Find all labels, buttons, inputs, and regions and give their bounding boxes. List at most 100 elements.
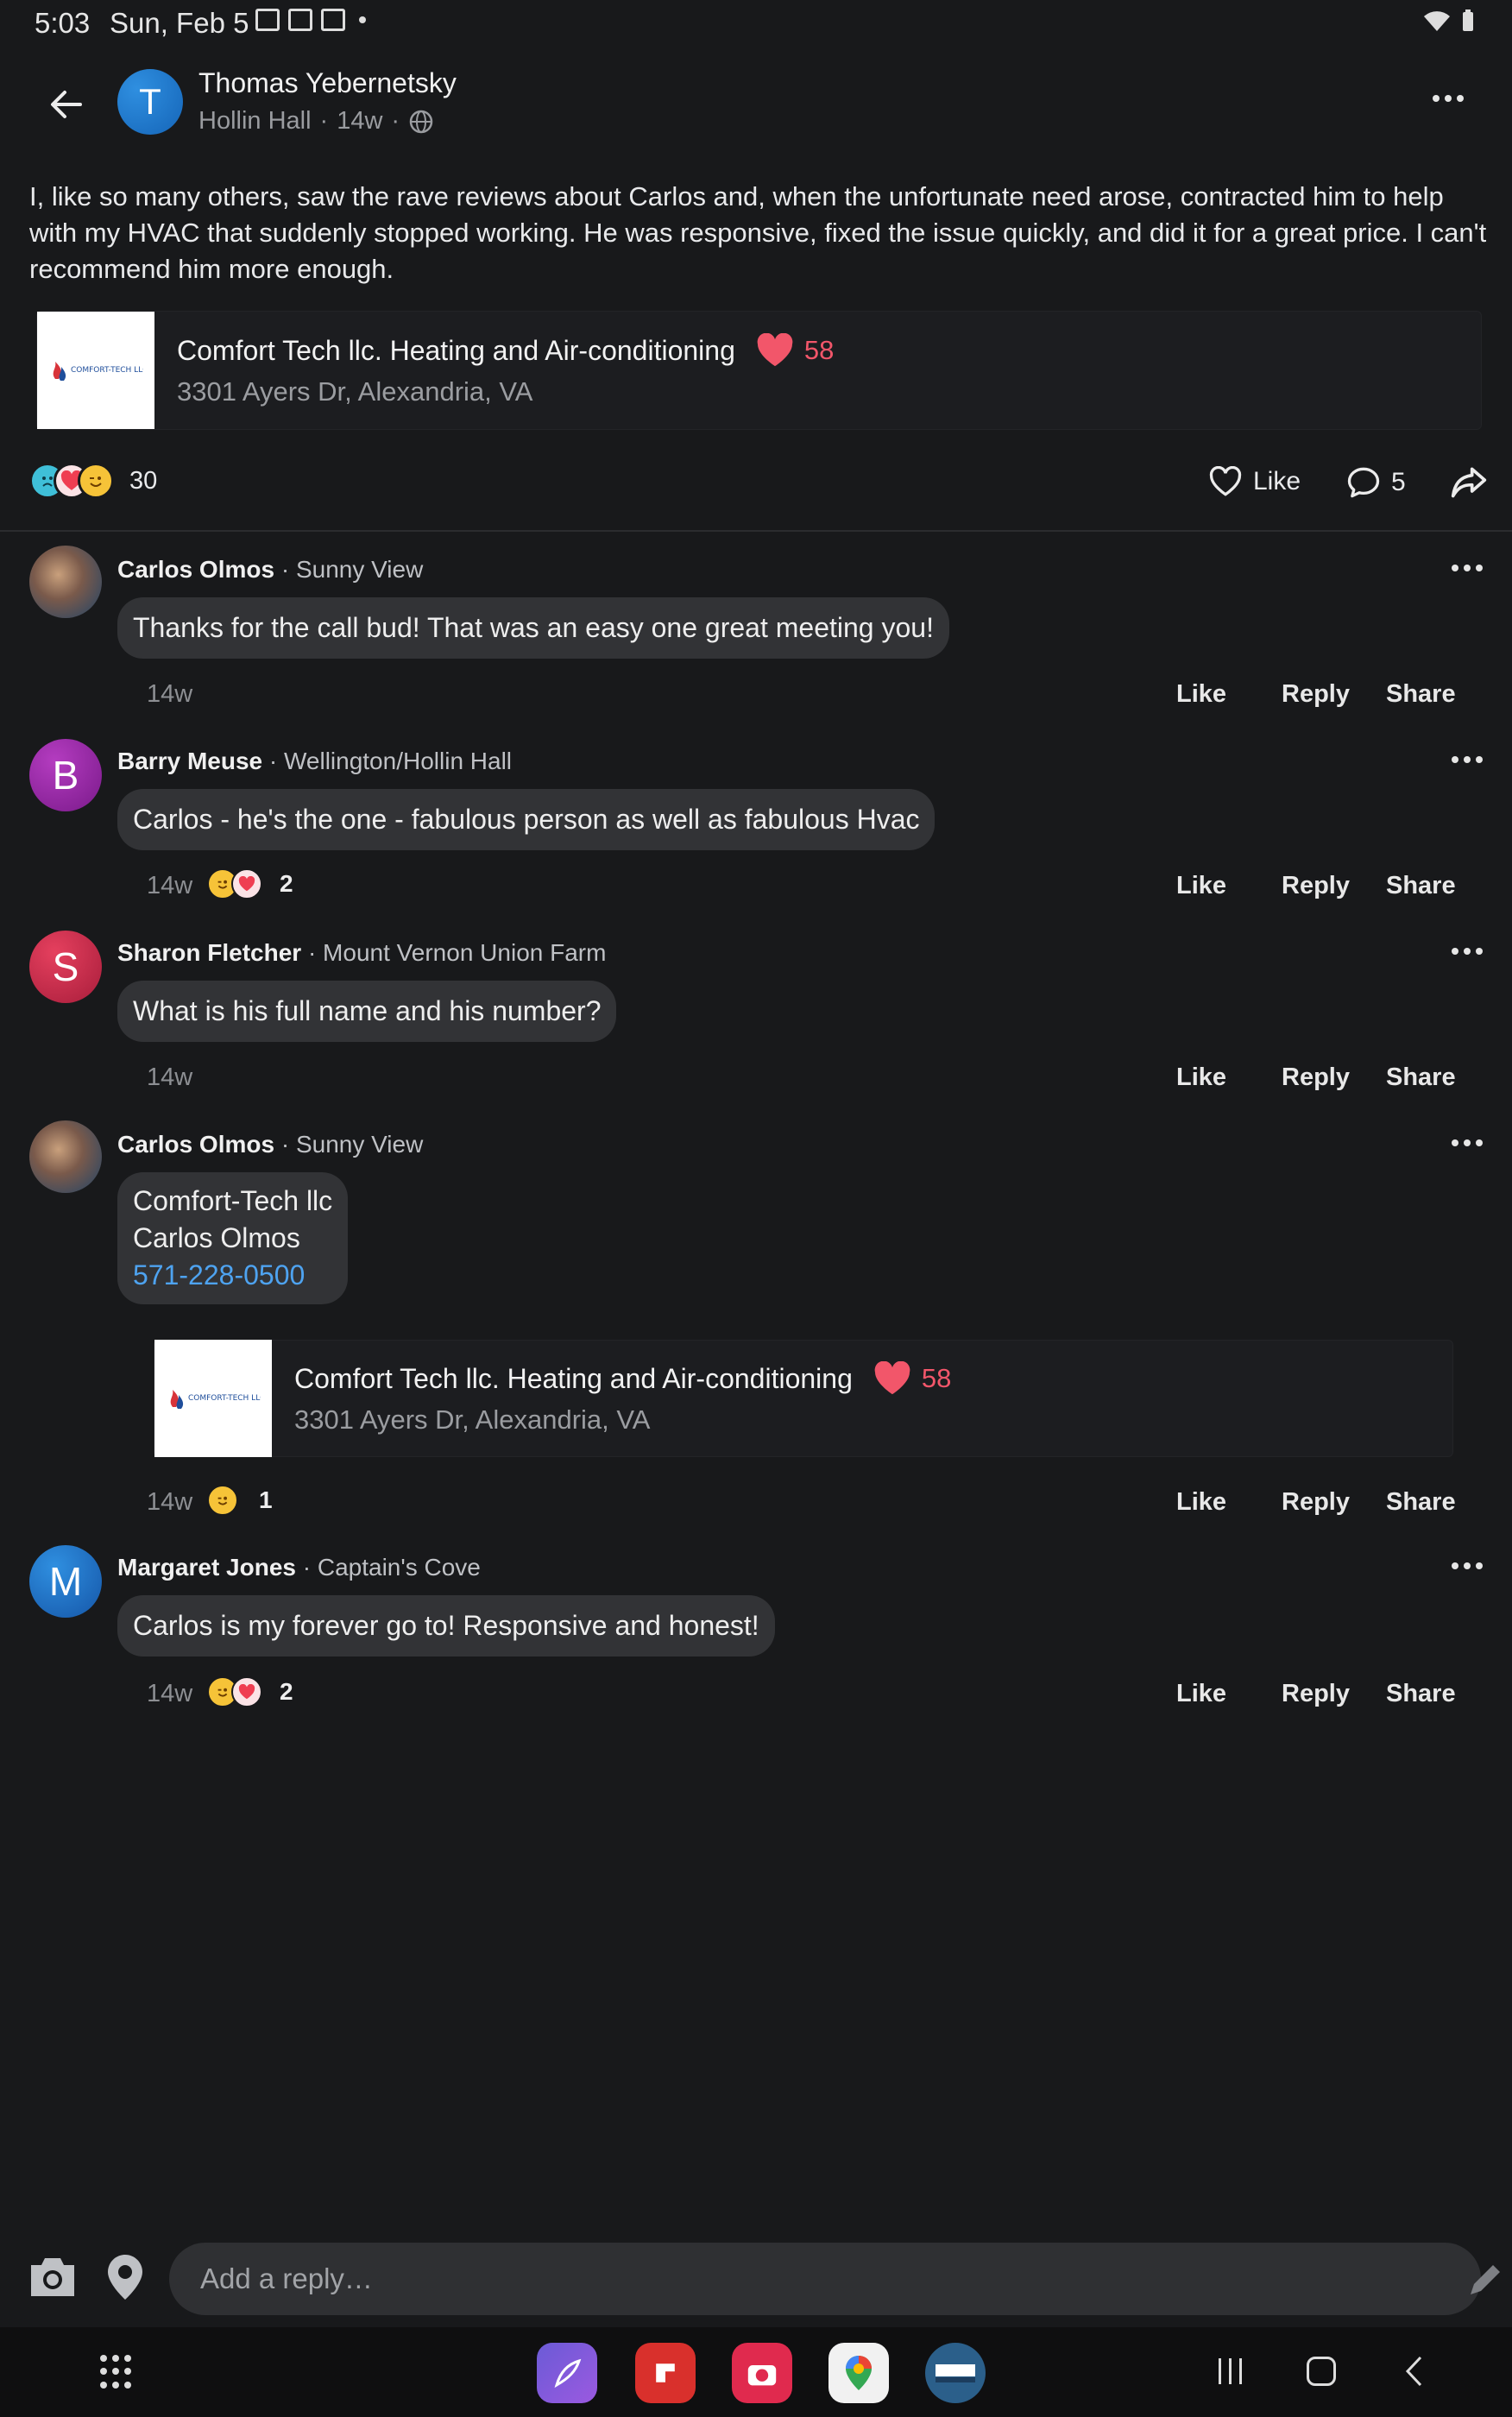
like-label: Like	[1253, 467, 1301, 495]
globe-icon	[409, 110, 433, 133]
comment-share-button[interactable]: Share	[1386, 1488, 1456, 1517]
business-card[interactable]: COMFORT-TECH LLC Comfort Tech llc. Heati…	[36, 311, 1482, 430]
comment-like-button[interactable]: Like	[1176, 1680, 1226, 1708]
author-name[interactable]: Thomas Yebernetsky	[198, 67, 457, 99]
comment-more-button[interactable]	[1452, 1562, 1483, 1569]
comment-reactions[interactable]: 2	[207, 1676, 293, 1707]
app-flipboard-icon[interactable]	[635, 2343, 696, 2403]
comment-share-button[interactable]: Share	[1386, 680, 1456, 709]
heart-emoji-icon	[231, 1676, 262, 1707]
app-camera-icon[interactable]	[732, 2343, 792, 2403]
business-like-count: 58	[803, 335, 835, 365]
comment-header: Barry Meuse · Wellington/Hollin Hall	[117, 748, 512, 775]
heart-icon[interactable]	[873, 1361, 911, 1396]
comment-avatar-carlos[interactable]	[29, 546, 102, 618]
comment-share-button[interactable]: Share	[1386, 1063, 1456, 1092]
post-age: 14w	[337, 107, 383, 135]
news-notification-icon	[288, 9, 312, 31]
comment-author[interactable]: Carlos Olmos	[117, 556, 274, 583]
comment-more-button[interactable]	[1452, 756, 1483, 763]
app-feather-icon[interactable]	[537, 2343, 597, 2403]
comment-avatar-sharon[interactable]: S	[29, 931, 102, 1003]
back-button[interactable]	[45, 83, 88, 126]
contact-name: Carlos Olmos	[133, 1222, 300, 1253]
status-time: 5:03	[35, 7, 91, 39]
reply-input[interactable]	[169, 2243, 1481, 2315]
more-notifications-dot-icon	[359, 16, 366, 23]
author-neighborhood[interactable]: Hollin Hall	[198, 107, 312, 136]
pen-tool-button[interactable]	[1465, 2262, 1503, 2304]
comment-more-button[interactable]	[1452, 1139, 1483, 1146]
comment-like-button[interactable]: Like	[1176, 1063, 1226, 1092]
business-logo: COMFORT-TECH LLC	[154, 1340, 272, 1457]
camera-icon	[31, 2258, 74, 2296]
comment-author[interactable]: Barry Meuse	[117, 748, 262, 774]
camera-button[interactable]	[26, 2253, 79, 2306]
comment-like-button[interactable]: Like	[1176, 680, 1226, 709]
comment-avatar-margaret[interactable]: M	[29, 1545, 102, 1618]
post-comment-button[interactable]: 5	[1346, 466, 1406, 499]
location-button[interactable]	[105, 2253, 145, 2306]
business-logo: COMFORT-TECH LLC	[37, 312, 154, 429]
comment-more-button[interactable]	[1452, 565, 1483, 571]
comment-header: Margaret Jones · Captain's Cove	[117, 1554, 481, 1581]
comment-reply-button[interactable]: Reply	[1282, 872, 1350, 900]
business-card[interactable]: COMFORT-TECH LLC Comfort Tech llc. Heati…	[154, 1340, 1453, 1457]
heart-emoji-icon	[231, 868, 262, 899]
comment-reply-button[interactable]: Reply	[1282, 1488, 1350, 1517]
business-name[interactable]: Comfort Tech llc. Heating and Air-condit…	[294, 1363, 853, 1395]
home-button[interactable]	[1307, 2357, 1336, 2386]
comment-count: 5	[1391, 468, 1406, 496]
comment-bubble: Carlos is my forever go to! Responsive a…	[117, 1595, 775, 1657]
gallery-notification-icon	[255, 9, 280, 31]
app-maps-icon[interactable]	[828, 2343, 889, 2403]
comment-avatar-carlos[interactable]	[29, 1120, 102, 1193]
comment-neighborhood: · Mount Vernon Union Farm	[307, 939, 607, 966]
location-pin-icon	[108, 2255, 142, 2300]
comment-header: Carlos Olmos · Sunny View	[117, 556, 423, 584]
app-drawer-button[interactable]	[100, 2355, 135, 2389]
comment-reply-button[interactable]: Reply	[1282, 680, 1350, 709]
comment-like-button[interactable]: Like	[1176, 1488, 1226, 1517]
comment-share-button[interactable]: Share	[1386, 872, 1456, 900]
comment-neighborhood: · Captain's Cove	[302, 1554, 481, 1581]
notification-icons	[255, 9, 366, 31]
comment-author[interactable]: Carlos Olmos	[117, 1131, 274, 1158]
comment-author[interactable]: Margaret Jones	[117, 1554, 296, 1581]
comment-avatar-barry[interactable]: B	[29, 739, 102, 811]
post-share-button[interactable]	[1450, 463, 1488, 505]
wink-emoji-icon	[207, 1485, 238, 1516]
comment-reactions[interactable]: 2	[207, 868, 293, 899]
wink-emoji-icon	[78, 463, 114, 499]
comfort-tech-logo-icon: COMFORT-TECH LLC	[170, 1390, 261, 1409]
comment-time: 14w	[147, 680, 193, 708]
comment-neighborhood: · Sunny View	[280, 556, 424, 583]
post-reactions[interactable]: 30	[29, 463, 157, 499]
comment-reaction-count: 2	[280, 1678, 293, 1705]
calendar-notification-icon	[321, 9, 345, 31]
comment-neighborhood: · Wellington/Hollin Hall	[268, 748, 513, 774]
author-avatar[interactable]: T	[117, 69, 183, 135]
app-fox5-weather-icon[interactable]	[925, 2343, 986, 2403]
comment-time: 14w	[147, 1680, 193, 1707]
system-back-button[interactable]	[1403, 2355, 1424, 2392]
comment-reply-button[interactable]: Reply	[1282, 1063, 1350, 1092]
post-body: I, like so many others, saw the rave rev…	[29, 181, 1487, 284]
recent-apps-button[interactable]	[1219, 2358, 1242, 2384]
comment-like-button[interactable]: Like	[1176, 872, 1226, 900]
business-name[interactable]: Comfort Tech llc. Heating and Air-condit…	[177, 335, 735, 367]
wifi-icon	[1424, 11, 1450, 31]
share-icon	[1451, 467, 1487, 498]
heart-icon[interactable]	[756, 333, 794, 368]
comment-share-button[interactable]: Share	[1386, 1680, 1456, 1708]
comment-reactions[interactable]: 1	[207, 1485, 273, 1516]
comment-author[interactable]: Sharon Fletcher	[117, 939, 301, 966]
heart-outline-icon	[1209, 466, 1242, 496]
post-like-button[interactable]: Like	[1208, 466, 1301, 497]
contact-company: Comfort-Tech llc	[133, 1185, 333, 1216]
post-more-button[interactable]	[1433, 95, 1464, 102]
contact-phone-link[interactable]: 571-228-0500	[133, 1257, 332, 1294]
status-date: Sun, Feb 5	[110, 7, 249, 39]
comment-more-button[interactable]	[1452, 948, 1483, 955]
comment-reply-button[interactable]: Reply	[1282, 1680, 1350, 1708]
